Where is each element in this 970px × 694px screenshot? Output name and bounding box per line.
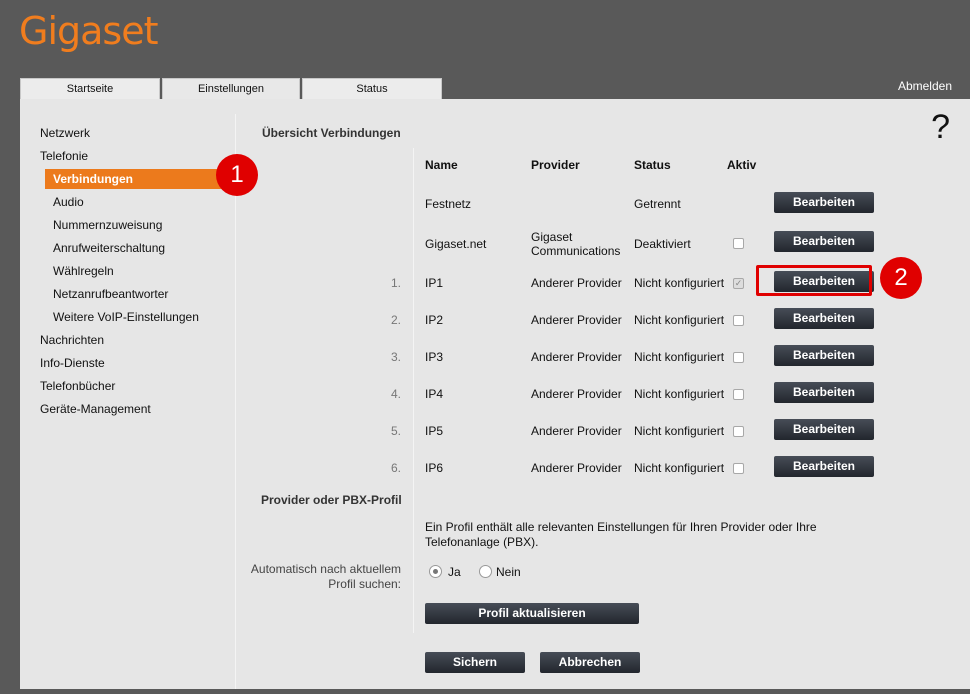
row-name: IP3 <box>425 350 444 364</box>
row-name: IP2 <box>425 313 444 327</box>
row-provider: Anderer Provider <box>531 313 622 327</box>
profile-description-line2: Telefonanlage (PBX). <box>425 535 539 549</box>
row-name: IP6 <box>425 461 444 475</box>
sidebar-item-info-dienste[interactable]: Info-Dienste <box>40 356 105 370</box>
row-status: Nicht konfiguriert <box>634 461 725 475</box>
row-provider: Anderer Provider <box>531 276 622 290</box>
sidebar-item-nachrichten[interactable]: Nachrichten <box>40 333 104 347</box>
gigaset-logo: Gigaset <box>19 9 158 53</box>
section-title-connections: Übersicht Verbindungen <box>262 126 401 140</box>
profile-description-line1: Ein Profil enthält alle relevanten Einst… <box>425 520 817 534</box>
row-provider-line2: Communications <box>531 244 621 258</box>
active-checkbox-ip4[interactable] <box>733 389 744 400</box>
row-provider: Anderer Provider <box>531 350 622 364</box>
radio-nein-label: Nein <box>496 565 521 579</box>
edit-button-ip5[interactable]: Bearbeiten <box>774 419 874 440</box>
row-status: Nicht konfiguriert <box>634 313 725 327</box>
row-provider: Anderer Provider <box>531 387 622 401</box>
edit-button-ip6[interactable]: Bearbeiten <box>774 456 874 477</box>
sidebar-item-netzanrufbeantworter[interactable]: Netzanrufbeantworter <box>53 287 168 301</box>
section-title-profile: Provider oder PBX-Profil <box>261 493 402 507</box>
header-provider: Provider <box>531 158 580 172</box>
header-name: Name <box>425 158 458 172</box>
row-number: 6. <box>390 461 401 475</box>
table-divider <box>413 148 414 633</box>
sidebar-item-verbindungen[interactable]: Verbindungen <box>45 169 223 189</box>
callout-badge-1: 1 <box>216 154 258 196</box>
sidebar-item-telefonie[interactable]: Telefonie <box>40 149 88 163</box>
row-name: Festnetz <box>425 197 472 211</box>
edit-button-ip4[interactable]: Bearbeiten <box>774 382 874 403</box>
row-number: 5. <box>390 424 401 438</box>
row-number: 4. <box>390 387 401 401</box>
header-status: Status <box>634 158 671 172</box>
highlight-box <box>756 265 872 296</box>
row-status: Nicht konfiguriert <box>634 350 725 364</box>
sidebar-item-weitere-voip[interactable]: Weitere VoIP-Einstellungen <box>53 310 199 324</box>
row-status: Getrennt <box>634 197 681 211</box>
help-icon[interactable]: ? <box>931 108 950 147</box>
sidebar-item-nummernzuweisung[interactable]: Nummernzuweisung <box>53 218 162 232</box>
cancel-button[interactable]: Abbrechen <box>540 652 640 673</box>
active-checkbox-ip5[interactable] <box>733 426 744 437</box>
tab-einstellungen[interactable]: Einstellungen <box>162 78 300 99</box>
header-active: Aktiv <box>727 158 757 172</box>
row-number: 2. <box>390 313 401 327</box>
radio-ja-label: Ja <box>448 565 461 579</box>
radio-ja[interactable] <box>429 565 442 578</box>
row-name: IP5 <box>425 424 444 438</box>
row-status: Nicht konfiguriert <box>634 424 725 438</box>
active-checkbox-ip1[interactable]: ✓ <box>733 278 744 289</box>
active-checkbox-ip3[interactable] <box>733 352 744 363</box>
tab-status[interactable]: Status <box>302 78 442 99</box>
row-number: 3. <box>390 350 401 364</box>
sidebar-item-netzwerk[interactable]: Netzwerk <box>40 126 90 140</box>
row-provider-line1: Gigaset <box>531 230 573 244</box>
row-status: Nicht konfiguriert <box>634 276 725 290</box>
save-button[interactable]: Sichern <box>425 652 525 673</box>
edit-button-ip2[interactable]: Bearbeiten <box>774 308 874 329</box>
row-status: Deaktiviert <box>634 237 691 251</box>
active-checkbox-ip6[interactable] <box>733 463 744 474</box>
auto-search-label-line2: Profil suchen: <box>328 577 401 591</box>
row-status: Nicht konfiguriert <box>634 387 725 401</box>
row-provider: Anderer Provider <box>531 461 622 475</box>
sidebar-item-audio[interactable]: Audio <box>53 195 84 209</box>
tab-startseite[interactable]: Startseite <box>20 78 160 99</box>
active-checkbox-ip2[interactable] <box>733 315 744 326</box>
edit-button-ip3[interactable]: Bearbeiten <box>774 345 874 366</box>
sidebar-item-waehlregeln[interactable]: Wählregeln <box>53 264 114 278</box>
sidebar-item-geraete-management[interactable]: Geräte-Management <box>40 402 151 416</box>
sidebar-divider <box>235 114 236 689</box>
callout-badge-2: 2 <box>880 257 922 299</box>
auto-search-label-line1: Automatisch nach aktuellem <box>250 562 401 576</box>
row-number: 1. <box>390 276 401 290</box>
active-checkbox-gigaset-net[interactable] <box>733 238 744 249</box>
row-name: IP1 <box>425 276 444 290</box>
sidebar-item-anrufweiterschaltung[interactable]: Anrufweiterschaltung <box>53 241 165 255</box>
row-name: IP4 <box>425 387 444 401</box>
logout-link[interactable]: Abmelden <box>898 79 952 93</box>
row-name: Gigaset.net <box>425 237 487 251</box>
radio-nein[interactable] <box>479 565 492 578</box>
edit-button-festnetz[interactable]: Bearbeiten <box>774 192 874 213</box>
row-provider: Anderer Provider <box>531 424 622 438</box>
sidebar-item-telefonbuecher[interactable]: Telefonbücher <box>40 379 115 393</box>
edit-button-gigaset-net[interactable]: Bearbeiten <box>774 231 874 252</box>
update-profile-button[interactable]: Profil aktualisieren <box>425 603 639 624</box>
